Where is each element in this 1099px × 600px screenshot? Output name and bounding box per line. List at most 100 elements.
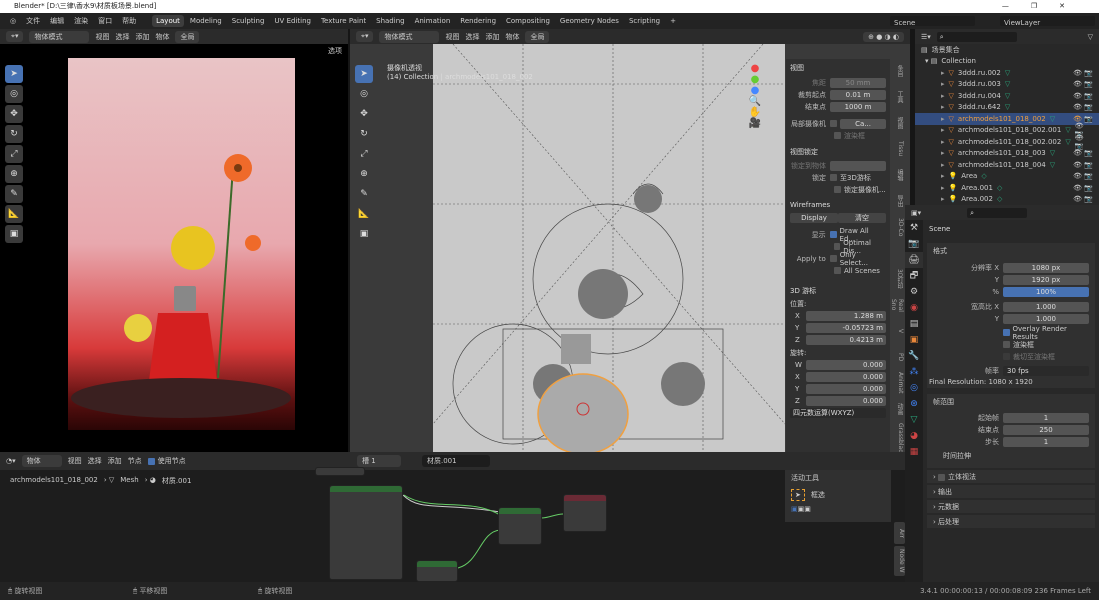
active-tool-header[interactable]: 活动工具: [791, 473, 885, 483]
add-cube-tool-icon[interactable]: ▣: [5, 225, 23, 243]
tab-geometry-nodes[interactable]: Geometry Nodes: [556, 15, 623, 27]
expand-arrow-icon[interactable]: ▸: [941, 138, 945, 146]
select-box-icon[interactable]: ➤: [791, 489, 805, 501]
optimal-display-checkbox[interactable]: [834, 243, 841, 250]
physics-tab-icon[interactable]: ◎: [905, 380, 923, 396]
cursor-rot-x-field[interactable]: 0.000: [806, 371, 886, 382]
tool-tab-icon[interactable]: ⚒: [905, 220, 923, 236]
world-tab-icon[interactable]: ◉: [905, 300, 923, 316]
local-camera-field[interactable]: Ca...: [840, 118, 886, 129]
measure-tool-icon[interactable]: 📐: [5, 205, 23, 223]
n-panel-tab[interactable]: V: [893, 319, 904, 343]
options-button[interactable]: 选项: [328, 46, 342, 56]
visibility-toggles[interactable]: 👁 📷: [1073, 172, 1099, 180]
expand-arrow-icon[interactable]: ▸: [941, 92, 945, 100]
frame-end-field[interactable]: 250: [1003, 424, 1089, 435]
local-camera-checkbox[interactable]: [830, 120, 837, 127]
tab-uv-editing[interactable]: UV Editing: [270, 15, 315, 27]
measure-tool-icon[interactable]: 📐: [355, 205, 373, 223]
select-box-tool-icon[interactable]: ➤: [355, 65, 373, 83]
view-section-header[interactable]: 视图: [790, 63, 886, 73]
tab-scripting[interactable]: Scripting: [625, 15, 664, 27]
aspect-x-field[interactable]: 1.000: [1003, 301, 1089, 312]
menu-edit[interactable]: 编辑: [46, 14, 68, 28]
node-mix-shader[interactable]: [498, 507, 542, 545]
tab-compositing[interactable]: Compositing: [502, 15, 554, 27]
view-lock-header[interactable]: 视图锁定: [790, 147, 886, 157]
visibility-toggles[interactable]: 👁 📷: [1073, 92, 1099, 100]
texture-tab-icon[interactable]: ▦: [905, 444, 923, 460]
n-panel-tab[interactable]: 3D打印: [893, 267, 904, 291]
move-tool-icon[interactable]: ✥: [355, 105, 373, 123]
wireframes-header[interactable]: Wireframes: [790, 201, 886, 209]
view-layer-tab-icon[interactable]: 🗗: [905, 268, 923, 284]
lock-to-cursor-checkbox[interactable]: [830, 174, 837, 181]
transform-tool-icon[interactable]: ⊕: [355, 165, 373, 183]
camera-viewport[interactable]: ⌖▾ 物体模式 视图 选择 添加 物体 全局 ⊕ ● ◑ ◐ 摄像机透视 (14…: [350, 29, 910, 453]
expand-arrow-icon[interactable]: ▸: [941, 80, 945, 88]
n-panel-tab[interactable]: 工具: [893, 85, 904, 109]
node-material-output[interactable]: [563, 494, 607, 532]
camera-icon[interactable]: 🎥: [742, 118, 768, 129]
outliner-item[interactable]: ▸ ▽ archmodels101_018_002.001 ▽ 👁 📷: [915, 122, 1099, 138]
rotate-tool-icon[interactable]: ↻: [355, 125, 373, 143]
outliner-item[interactable]: ▸ 💡 Area.001 ◇ 👁 📷: [915, 182, 1099, 194]
display-mode-icon[interactable]: ☰▾: [921, 33, 931, 41]
constraints-tab-icon[interactable]: ⊛: [905, 396, 923, 412]
outliner-item[interactable]: ▸ 💡 Area ◇ 👁 📷: [915, 171, 1099, 183]
tab-texture-paint[interactable]: Texture Paint: [317, 15, 370, 27]
modifier-tab-icon[interactable]: 🔧: [905, 348, 923, 364]
focal-length-field[interactable]: 50 mm: [830, 77, 886, 88]
wireframe-display-button[interactable]: Display: [790, 212, 838, 223]
tab-node-wrangler[interactable]: Node W: [894, 546, 905, 576]
stereoscopy-panel[interactable]: › 立体视法: [927, 470, 1095, 483]
transform-orientation[interactable]: 全局: [525, 30, 550, 43]
maximize-button[interactable]: ❐: [1031, 2, 1059, 10]
outliner-item[interactable]: ▸ ▽ archmodels101_018_003 ▽ 👁 📷: [915, 148, 1099, 160]
aspect-y-field[interactable]: 1.000: [1003, 313, 1089, 324]
visibility-toggles[interactable]: 👁 📷: [1075, 134, 1099, 150]
outliner-item[interactable]: ▸ ▽ 3ddd.ru.003 ▽ 👁 📷: [915, 79, 1099, 91]
scale-tool-icon[interactable]: ⤢: [355, 145, 373, 163]
zoom-icon[interactable]: 🔍: [742, 96, 768, 107]
metadata-panel[interactable]: › 元数据: [927, 500, 1095, 513]
editor-type-button[interactable]: ⌖▾: [356, 31, 374, 42]
scene-selector[interactable]: Scene: [890, 16, 975, 27]
visibility-toggles[interactable]: 👁 📷: [1073, 80, 1099, 88]
time-stretch-subpanel[interactable]: 时间拉伸: [943, 451, 1089, 461]
n-panel-tab[interactable]: Grassblad: [893, 423, 904, 453]
annotate-tool-icon[interactable]: ✎: [5, 185, 23, 203]
menu-add[interactable]: 添加: [485, 32, 499, 42]
editor-type-button[interactable]: ⌖▾: [6, 31, 24, 42]
cursor-tool-icon[interactable]: ◎: [355, 85, 373, 103]
window-controls[interactable]: —❐✕: [1002, 0, 1087, 13]
render-tab-icon[interactable]: 📷: [905, 236, 923, 252]
shading-modes[interactable]: ⊕ ● ◑ ◐: [863, 31, 904, 42]
editor-type-button[interactable]: ▣▾: [911, 209, 921, 217]
cursor-section-header[interactable]: 3D 游标: [790, 286, 886, 296]
scene-tab-icon[interactable]: ⚙: [905, 284, 923, 300]
cursor-rot-y-field[interactable]: 0.000: [806, 383, 886, 394]
lock-object-field[interactable]: [830, 160, 886, 171]
menu-view[interactable]: 视图: [95, 32, 109, 42]
fps-dropdown[interactable]: 30 fps: [1003, 365, 1089, 376]
n-panel-tab[interactable]: [893, 241, 904, 265]
filter-icon[interactable]: ▽: [1088, 33, 1093, 41]
blender-logo-icon[interactable]: ◎: [6, 15, 20, 27]
gizmo-z-axis-icon[interactable]: ●: [742, 63, 768, 74]
cursor-y-field[interactable]: -0.05723 m: [806, 322, 886, 333]
collection-row[interactable]: ▾ ▤ Collection: [915, 56, 1099, 68]
resolution-y-field[interactable]: 1920 px: [1003, 274, 1089, 285]
expand-arrow-icon[interactable]: ▸: [941, 195, 945, 203]
tab-arrange[interactable]: Arr: [894, 522, 905, 544]
overlay-render-checkbox[interactable]: [1003, 329, 1010, 336]
expand-arrow-icon[interactable]: ▸: [941, 149, 945, 157]
mode-selector[interactable]: 物体模式: [29, 30, 90, 43]
scale-tool-icon[interactable]: ⤢: [5, 145, 23, 163]
n-panel-tab[interactable]: 视图: [893, 111, 904, 135]
render-region-checkbox[interactable]: [834, 132, 841, 139]
frame-range-header[interactable]: 帧范围: [933, 397, 1089, 407]
n-panel-tab[interactable]: 动画: [893, 397, 904, 421]
select-box-tool-icon[interactable]: ➤: [5, 65, 23, 83]
n-panel-tab[interactable]: 导出: [893, 189, 904, 213]
